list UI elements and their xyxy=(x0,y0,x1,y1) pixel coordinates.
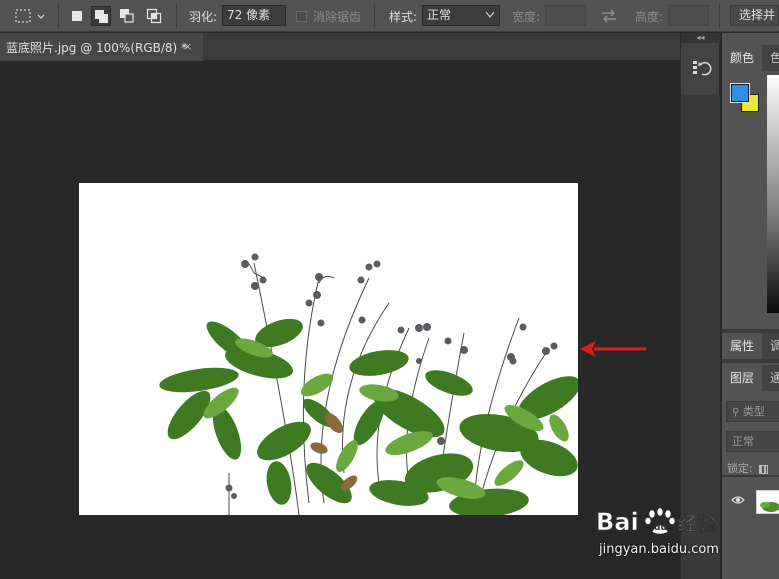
height-label: 高度: xyxy=(635,9,664,24)
tab-channels[interactable]: 通 xyxy=(770,365,779,391)
lock-transparent-pixels-icon[interactable] xyxy=(759,464,769,474)
height-input[interactable] xyxy=(668,5,709,26)
separator xyxy=(58,4,59,28)
document-tab-bar: 蓝底照片.jpg @ 100%(RGB/8) * × xyxy=(0,33,680,61)
separator xyxy=(176,4,177,28)
new-selection-icon[interactable] xyxy=(67,6,87,26)
options-bar: 羽化: 72 像素 消除锯齿 样式: 正常 宽度: 高度: 选择并 xyxy=(0,0,779,32)
antialias-checkbox[interactable]: 消除锯齿 xyxy=(296,0,361,32)
tab-adjustments[interactable]: 调 xyxy=(770,333,779,359)
properties-panel-tabs: 属性 调 xyxy=(722,333,779,359)
add-to-selection-icon[interactable] xyxy=(91,6,111,26)
lock-label: 锁定: xyxy=(727,462,753,475)
search-icon: ⚲ xyxy=(732,407,740,418)
select-and-mask-button[interactable]: 选择并 xyxy=(730,5,779,26)
width-input[interactable] xyxy=(545,5,586,26)
style-select-value: 正常 xyxy=(427,8,452,22)
separator xyxy=(374,4,375,28)
separator xyxy=(719,4,720,28)
color-panel-tabs: 颜色 色 xyxy=(722,45,779,71)
feather-input[interactable]: 72 像素 xyxy=(222,5,286,26)
foreground-color-swatch[interactable] xyxy=(730,83,750,103)
marquee-tool-preset-icon[interactable] xyxy=(14,0,46,32)
tab-swatches[interactable]: 色 xyxy=(770,45,779,71)
feather-label: 羽化: xyxy=(189,9,218,24)
svg-text:du: du xyxy=(654,523,667,533)
layer-filter-field[interactable]: ⚲ 类型 xyxy=(726,401,779,422)
subtract-from-selection-icon[interactable] xyxy=(117,6,137,26)
annotation-arrow-icon xyxy=(580,341,646,357)
tab-properties[interactable]: 属性 xyxy=(722,333,762,359)
history-panel-icon[interactable] xyxy=(687,55,715,81)
layer-filter-placeholder: 类型 xyxy=(742,405,765,418)
svg-text:Bai: Bai xyxy=(596,508,639,536)
close-tab-icon[interactable]: × xyxy=(183,40,192,53)
tab-color[interactable]: 颜色 xyxy=(722,45,762,71)
intersect-selection-icon[interactable] xyxy=(144,6,164,26)
layers-panel-tabs: 图层 通 xyxy=(722,365,779,391)
photoshop-window: 羽化: 72 像素 消除锯齿 样式: 正常 宽度: 高度: 选择并 蓝底照片.j… xyxy=(0,0,779,579)
svg-text:经验: 经验 xyxy=(678,512,717,535)
antialias-checkbox-box[interactable] xyxy=(296,10,307,22)
lock-row: 锁定: xyxy=(727,460,769,476)
style-label: 样式: xyxy=(389,9,418,24)
color-spectrum-slider[interactable] xyxy=(767,75,779,313)
blend-mode-select[interactable]: 正常 xyxy=(726,431,779,452)
plant-image xyxy=(159,253,578,515)
document-canvas[interactable] xyxy=(79,183,578,515)
antialias-label: 消除锯齿 xyxy=(313,9,362,24)
swap-dimensions-icon[interactable] xyxy=(600,0,618,32)
panel-divider xyxy=(722,475,779,477)
document-tab[interactable]: 蓝底照片.jpg @ 100%(RGB/8) * × xyxy=(0,33,203,61)
panel-divider xyxy=(722,359,779,363)
watermark-url: jingyan.baidu.com xyxy=(599,542,719,557)
collapse-panels-icon[interactable]: ◂◂ xyxy=(681,33,720,43)
blend-mode-value: 正常 xyxy=(732,435,754,448)
layer-thumbnail xyxy=(756,490,779,514)
tab-layers[interactable]: 图层 xyxy=(722,365,762,391)
width-label: 宽度: xyxy=(512,9,541,24)
style-select[interactable]: 正常 xyxy=(422,5,500,26)
document-tab-title: 蓝底照片.jpg @ 100%(RGB/8) * xyxy=(6,40,188,55)
chevron-down-icon xyxy=(486,12,494,18)
